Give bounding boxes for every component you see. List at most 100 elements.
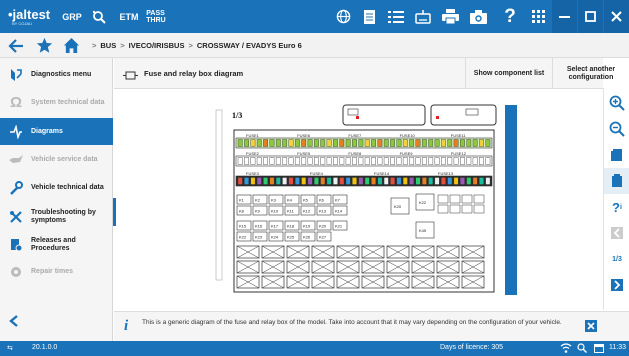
sidebar-item-diagrams[interactable]: Diagrams — [0, 118, 113, 145]
fuse[interactable] — [447, 157, 453, 165]
fuse[interactable] — [472, 177, 478, 185]
fuse[interactable] — [237, 157, 243, 165]
fuse[interactable] — [275, 157, 281, 165]
fuse[interactable] — [421, 139, 427, 147]
fuse[interactable] — [415, 139, 421, 147]
sidebar-item-system-technical-data[interactable]: Ω System technical data — [0, 90, 113, 116]
fuse[interactable] — [383, 139, 389, 147]
fuse[interactable] — [307, 177, 313, 185]
fuse[interactable] — [364, 177, 370, 185]
breadcrumb-item-model[interactable]: CROSSWAY / EVADYS Euro 6 — [197, 41, 302, 50]
fuse[interactable] — [428, 157, 434, 165]
fuse[interactable] — [383, 157, 389, 165]
fuse[interactable] — [307, 139, 313, 147]
fuse[interactable] — [377, 157, 383, 165]
fuse[interactable] — [256, 157, 262, 165]
fuse[interactable] — [466, 157, 472, 165]
sidebar-item-vehicle-service-data[interactable]: Vehicle service data — [0, 147, 113, 173]
fuse[interactable] — [288, 139, 294, 147]
fuse[interactable] — [383, 177, 389, 185]
fuse[interactable] — [460, 157, 465, 165]
fuse[interactable] — [364, 157, 370, 165]
fuse[interactable] — [402, 177, 408, 185]
fuse[interactable] — [339, 157, 345, 165]
fuse[interactable] — [377, 177, 383, 185]
fuse[interactable] — [275, 139, 281, 147]
etm-button[interactable]: ETM — [116, 0, 142, 33]
fuse[interactable] — [269, 139, 275, 147]
fuse[interactable] — [390, 139, 395, 147]
fuse[interactable] — [441, 177, 446, 185]
fuse[interactable] — [390, 157, 395, 165]
fuse[interactable] — [377, 139, 383, 147]
fuse-relay-diagram[interactable]: FUSE1 FUSE6 FUSE7 FUSE10 FUSE11 FUSE2 FUSE5 FUS… — [116, 90, 602, 310]
fuse[interactable] — [313, 157, 319, 165]
fuse[interactable] — [307, 157, 313, 165]
fuse[interactable] — [256, 177, 262, 185]
fuse[interactable] — [434, 157, 440, 165]
next-page-icon[interactable] — [604, 272, 629, 298]
collapse-left-icon[interactable] — [8, 314, 22, 328]
fuse[interactable] — [358, 139, 364, 147]
home-icon[interactable] — [63, 37, 81, 55]
sidebar-item-troubleshooting[interactable]: Troubleshooting by symptoms — [0, 203, 113, 231]
fuse[interactable] — [352, 139, 357, 147]
fuse[interactable] — [447, 177, 453, 185]
sidebar-item-diagnostics-menu[interactable]: Diagnostics menu — [0, 62, 113, 88]
fuse[interactable] — [402, 139, 408, 147]
fuse[interactable] — [396, 139, 402, 147]
fuse[interactable] — [364, 139, 370, 147]
sidebar-item-releases-procedures[interactable]: Releases and Procedures — [0, 231, 113, 259]
apps-grid-icon[interactable] — [525, 0, 551, 33]
fuse[interactable] — [288, 177, 294, 185]
fuse[interactable] — [333, 177, 338, 185]
fuse[interactable] — [453, 139, 459, 147]
fuse[interactable] — [352, 177, 357, 185]
show-component-list-button[interactable]: Show component list — [465, 58, 552, 89]
fuse[interactable] — [250, 157, 256, 165]
fuse[interactable] — [320, 177, 326, 185]
fuse[interactable] — [409, 177, 415, 185]
fuse[interactable] — [244, 177, 249, 185]
minimize-icon[interactable] — [552, 0, 577, 33]
fuse[interactable] — [415, 177, 421, 185]
fuse[interactable] — [479, 177, 484, 185]
close-icon[interactable] — [604, 0, 629, 33]
grp-button[interactable]: GRP — [60, 0, 84, 33]
fuse[interactable] — [479, 139, 484, 147]
fuse[interactable] — [269, 177, 275, 185]
favorites-star-icon[interactable] — [36, 37, 54, 55]
fuse[interactable] — [320, 157, 326, 165]
breadcrumb-item-brand[interactable]: IVECO/IRISBUS — [129, 41, 185, 50]
fuse[interactable] — [294, 177, 300, 185]
help-info-icon[interactable]: ? i — [604, 194, 629, 220]
fuse[interactable] — [250, 177, 256, 185]
fuse[interactable] — [294, 139, 300, 147]
fuse[interactable] — [256, 139, 262, 147]
fuse[interactable] — [371, 177, 376, 185]
fuse[interactable] — [460, 177, 465, 185]
fuse[interactable] — [485, 139, 491, 147]
pass-thru-button[interactable]: PASS THRU — [143, 0, 169, 33]
fuse[interactable] — [396, 157, 402, 165]
fuse[interactable] — [453, 177, 459, 185]
fuse[interactable] — [358, 177, 364, 185]
fuse[interactable] — [371, 157, 376, 165]
fuse[interactable] — [333, 157, 338, 165]
fuse[interactable] — [434, 177, 440, 185]
fuse[interactable] — [479, 157, 484, 165]
fuse[interactable] — [282, 157, 288, 165]
search-tool-icon[interactable] — [88, 0, 110, 33]
fuse[interactable] — [326, 157, 332, 165]
fuse[interactable] — [447, 139, 453, 147]
fuse[interactable] — [345, 139, 351, 147]
zoom-in-icon[interactable] — [604, 90, 629, 116]
fuse[interactable] — [485, 177, 491, 185]
fuse[interactable] — [282, 177, 288, 185]
fuse[interactable] — [409, 157, 415, 165]
zoom-out-icon[interactable] — [604, 116, 629, 142]
close-info-icon[interactable] — [585, 320, 597, 332]
keyboard-icon[interactable] — [410, 0, 436, 33]
fuse[interactable] — [301, 177, 307, 185]
printer-icon[interactable] — [437, 0, 463, 33]
